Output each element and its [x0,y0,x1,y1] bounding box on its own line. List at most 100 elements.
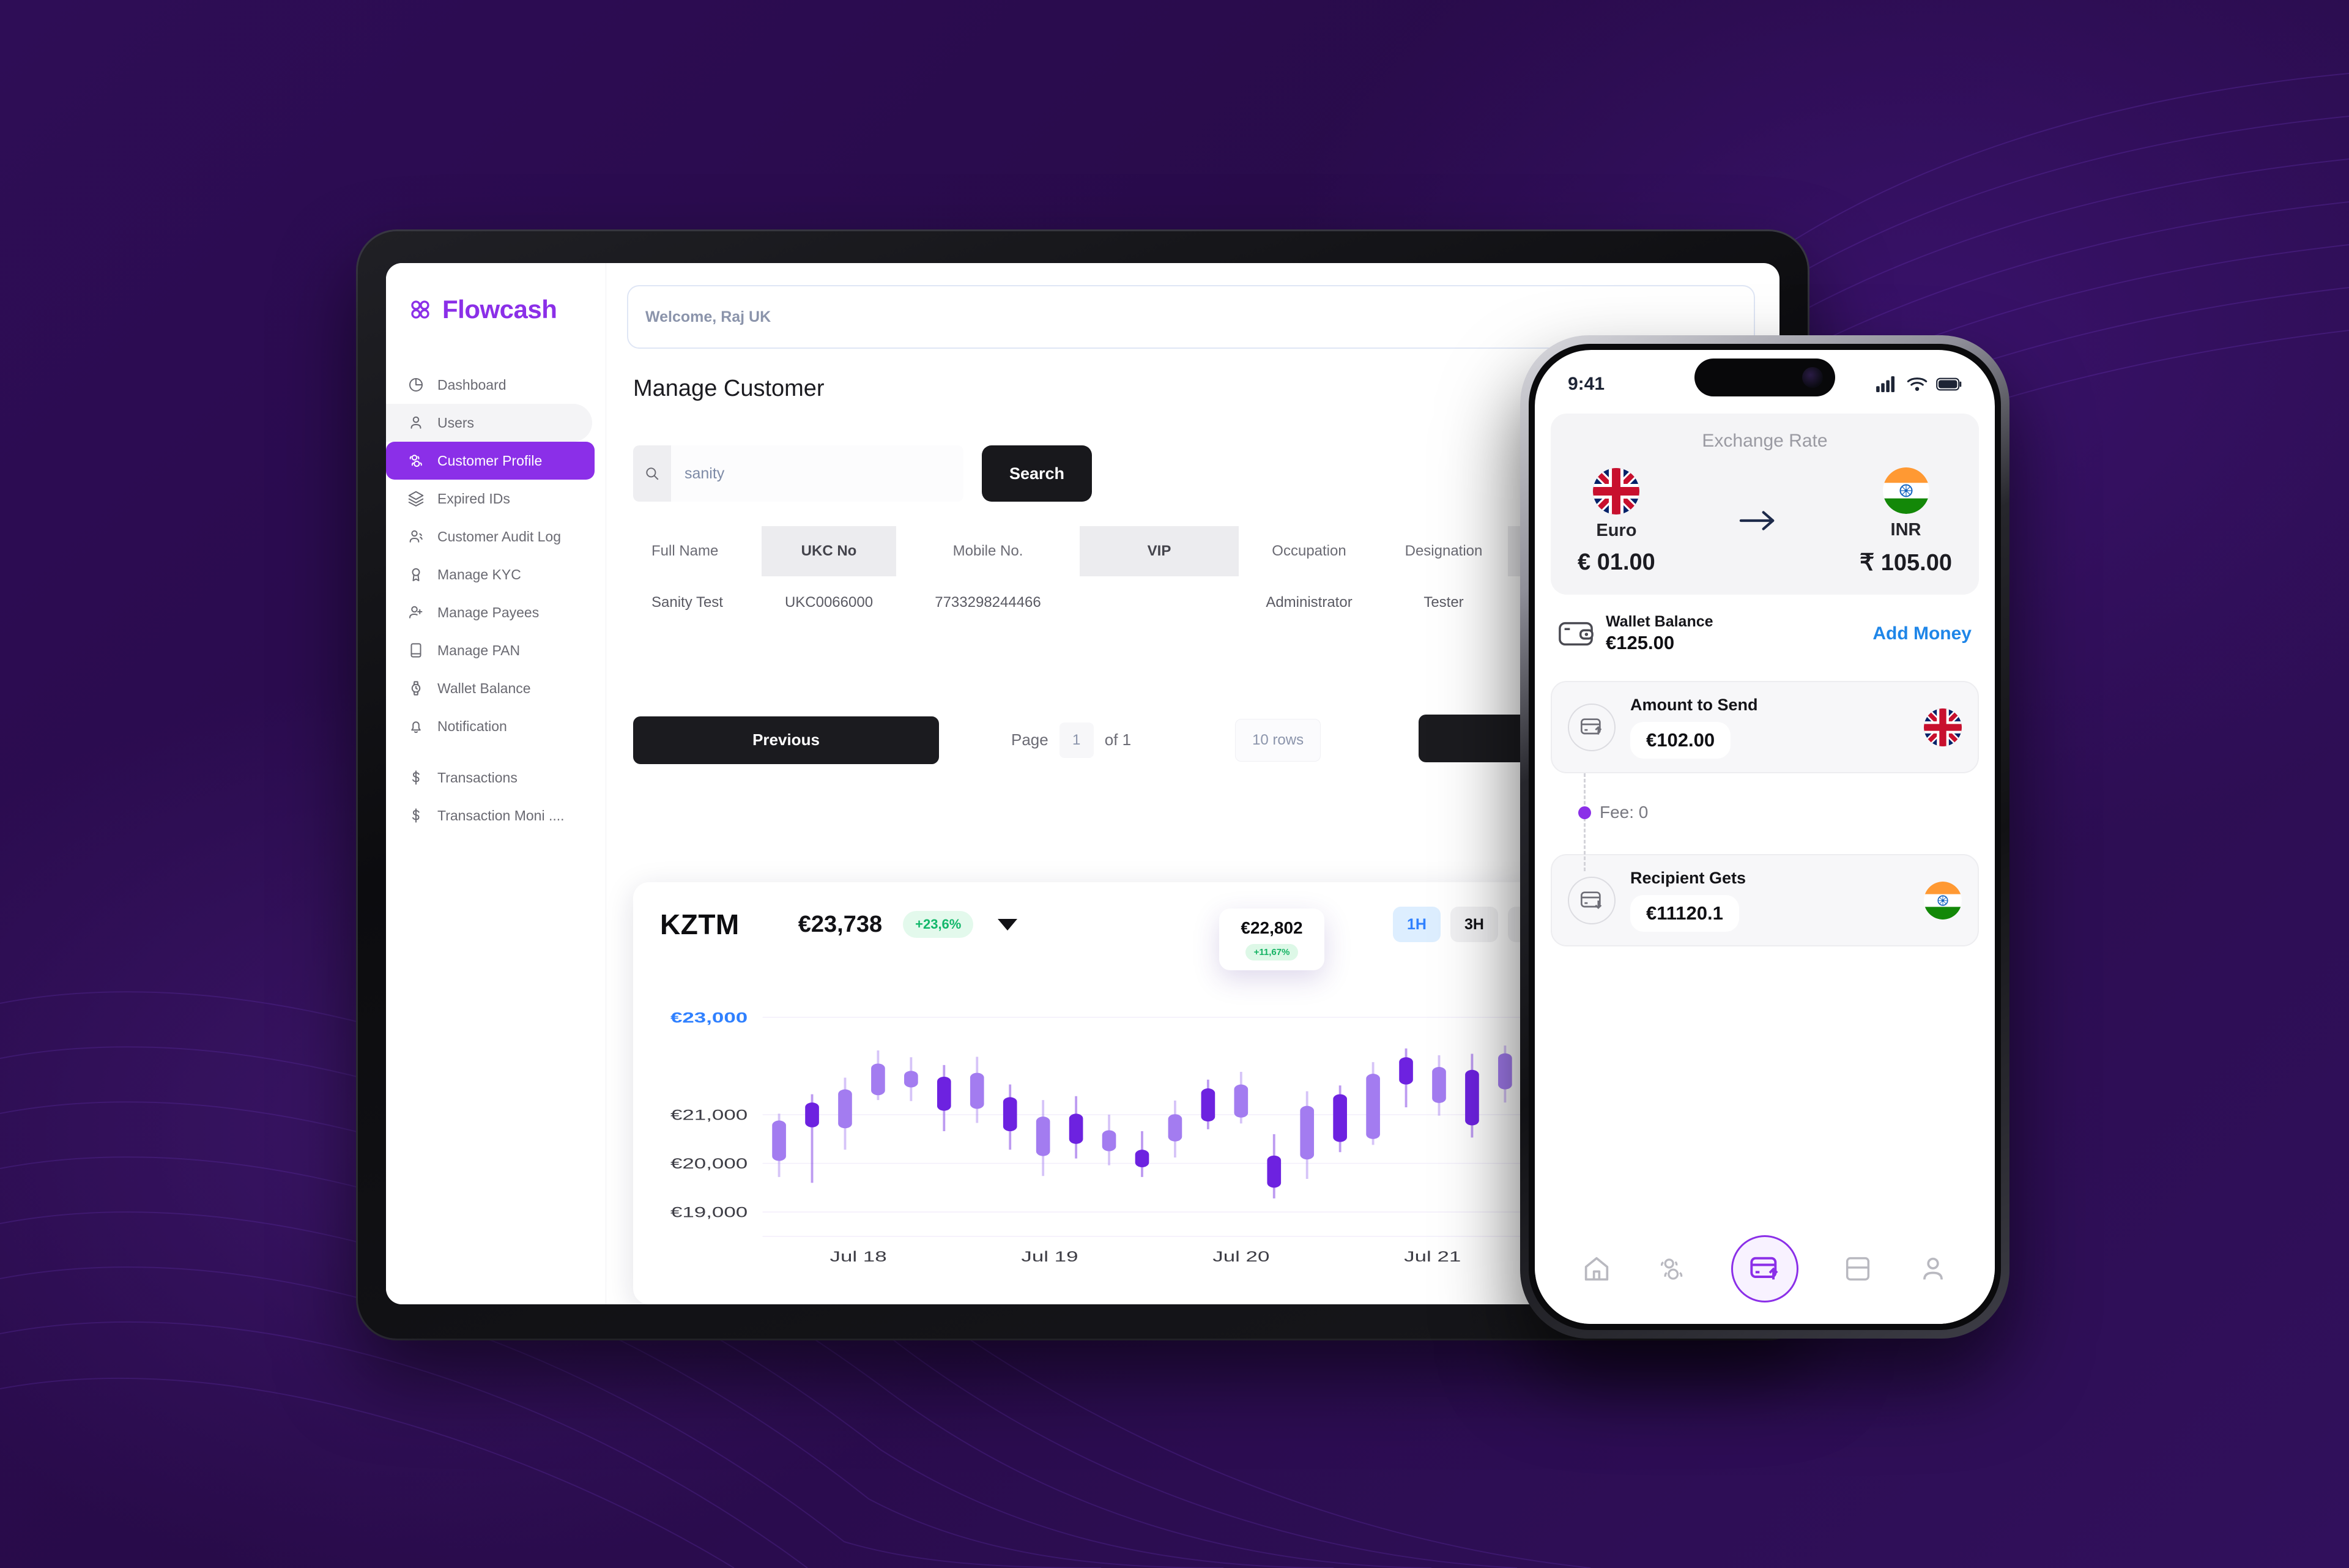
fee-dashed-line [1584,773,1586,871]
dollar-icon [412,770,420,785]
amount-to-send-value[interactable]: €102.00 [1630,722,1731,759]
svg-text:Jul 18: Jul 18 [829,1249,886,1265]
sidebar-item-customer-audit-log[interactable]: Customer Audit Log [386,518,592,555]
wallet-balance-label: Wallet Balance [1606,613,1713,630]
card-up-icon [1568,703,1616,751]
exchange-rate-title: Exchange Rate [1702,431,1828,451]
home-icon[interactable] [1581,1253,1612,1285]
sidebar-item-label: Transaction Moni .... [437,807,565,823]
table-cell [1080,576,1239,629]
table-cell: Tester [1423,594,1464,611]
phone-screen: 9:41 Exchange Rate Euro € 01.00 INR ₹ 10… [1535,350,1995,1324]
recipient-gets-body: Recipient Gets €11120.1 [1630,869,1909,932]
currency-to-name: INR [1890,520,1921,540]
table-cell: Administrator [1266,594,1353,611]
phone-bezel: 9:41 Exchange Rate Euro € 01.00 INR ₹ 10… [1529,344,2001,1330]
tooltip-change: +11,67% [1245,944,1299,960]
rows-per-page-select[interactable]: 10 rows [1235,718,1321,762]
recipient-gets-label: Recipient Gets [1630,869,1746,887]
sidebar-item-label: Manage PAN [437,642,521,658]
search-field-wrapper[interactable]: sanity [633,445,963,502]
currency-from-amount: € 01.00 [1578,549,1655,575]
svg-text:Jul 20: Jul 20 [1212,1249,1269,1265]
wifi-icon [1907,377,1928,391]
sidebar-item-customer-profile[interactable]: Customer Profile [386,442,595,480]
currency-from[interactable]: Euro € 01.00 [1578,468,1655,576]
sidebar-item-notification[interactable]: Notification [386,707,592,745]
page-title: Manage Customer [633,376,825,401]
sidebar-item-manage-payees[interactable]: Manage Payees [386,593,592,631]
phone-device-mockup: 9:41 Exchange Rate Euro € 01.00 INR ₹ 10… [1520,335,2009,1339]
table-header-vip[interactable]: VIP [1080,526,1239,576]
status-clock: 9:41 [1568,374,1605,394]
recipient-gets-card[interactable]: Recipient Gets €11120.1 [1551,854,1979,946]
amount-to-send-card[interactable]: Amount to Send €102.00 [1551,681,1979,773]
currency-from-name: Euro [1596,521,1637,540]
page-number-input[interactable]: 1 [1059,722,1094,758]
sidebar-item-label: Customer Audit Log [437,528,562,544]
sidebar-item-transactions[interactable]: Transactions [386,759,592,797]
search-input[interactable]: sanity [671,465,963,483]
table-header-designation[interactable]: Designation [1379,526,1508,576]
india-flag-icon [1924,881,1962,920]
book-icon [410,643,421,658]
user-icon [410,416,421,429]
sidebar-item-users[interactable]: Users [386,404,592,442]
fee-connector: Fee: 0 [1578,773,1979,871]
dollar-icon [412,808,420,823]
phone-tab-bar [1535,1232,1995,1324]
search-icon-box [633,445,671,502]
fee-row: Fee: 0 [1578,803,1648,822]
sidebar-item-dashboard[interactable]: Dashboard [386,366,592,404]
tooltip-price: €22,802 [1241,918,1303,937]
sidebar-nav: Dashboard Users Customer Profile Expired ID… [386,366,606,834]
amount-to-send-body: Amount to Send €102.00 [1630,696,1909,759]
table-header-mobile-no[interactable]: Mobile No. [896,526,1080,576]
watch-icon [411,681,421,696]
search-button[interactable]: Search [982,445,1092,502]
phone-status-bar: 9:41 [1535,350,1995,403]
person-icon[interactable] [1917,1253,1949,1285]
table-header-occupation[interactable]: Occupation [1239,526,1379,576]
table-cell: UKC0066000 [784,594,874,611]
sidebar: Flowcash Dashboard Users Customer Profile E… [386,263,606,1304]
sidebar-item-wallet-balance[interactable]: Wallet Balance [386,669,592,707]
card-down-icon [1568,876,1616,924]
sidebar-item-manage-kyc[interactable]: Manage KYC [386,555,592,593]
exchange-rate-row: Euro € 01.00 INR ₹ 105.00 [1569,467,1961,576]
page-word-label: Page [1011,730,1048,749]
table-header-full-name[interactable]: Full Name [633,526,762,576]
status-indicators [1876,376,1962,392]
wallet-card-icon[interactable] [1842,1253,1874,1285]
wallet-balance-row: Wallet Balance €125.00 Add Money [1551,613,1979,654]
layers-icon [408,491,424,507]
uk-flag-icon [1593,468,1640,515]
svg-text:Jul 21: Jul 21 [1404,1249,1461,1265]
recipient-gets-value[interactable]: €11120.1 [1630,895,1739,932]
sidebar-item-transaction-moni[interactable]: Transaction Moni .... [386,797,592,834]
india-flag-icon [1882,467,1929,514]
table-header-ukc-no[interactable]: UKC No [762,526,896,576]
timeframe-1h[interactable]: 1H [1393,907,1441,942]
cellular-icon [1876,376,1895,392]
sidebar-item-manage-pan[interactable]: Manage PAN [386,631,592,669]
send-money-tab[interactable] [1731,1235,1798,1302]
currency-to-amount: ₹ 105.00 [1860,550,1952,576]
fee-dot-icon [1578,806,1591,819]
users-group-icon[interactable] [1656,1253,1688,1285]
sidebar-item-label: Dashboard [437,376,507,393]
chart-tooltip: €22,802 +11,67% [1219,908,1324,970]
chevron-down-icon[interactable] [998,918,1018,931]
battery-icon [1936,377,1962,391]
dynamic-island [1694,359,1835,396]
currency-to[interactable]: INR ₹ 105.00 [1860,467,1952,576]
wallet-icon [1559,622,1594,645]
previous-page-button[interactable]: Previous [633,716,939,764]
add-money-button[interactable]: Add Money [1872,623,1972,644]
sidebar-item-expired-ids[interactable]: Expired IDs [386,480,592,518]
brand-name: Flowcash [442,295,557,324]
svg-text:€21,000: €21,000 [670,1107,748,1124]
timeframe-3h[interactable]: 3H [1450,907,1498,942]
badge-icon [412,568,420,581]
users-group-icon [409,455,422,467]
